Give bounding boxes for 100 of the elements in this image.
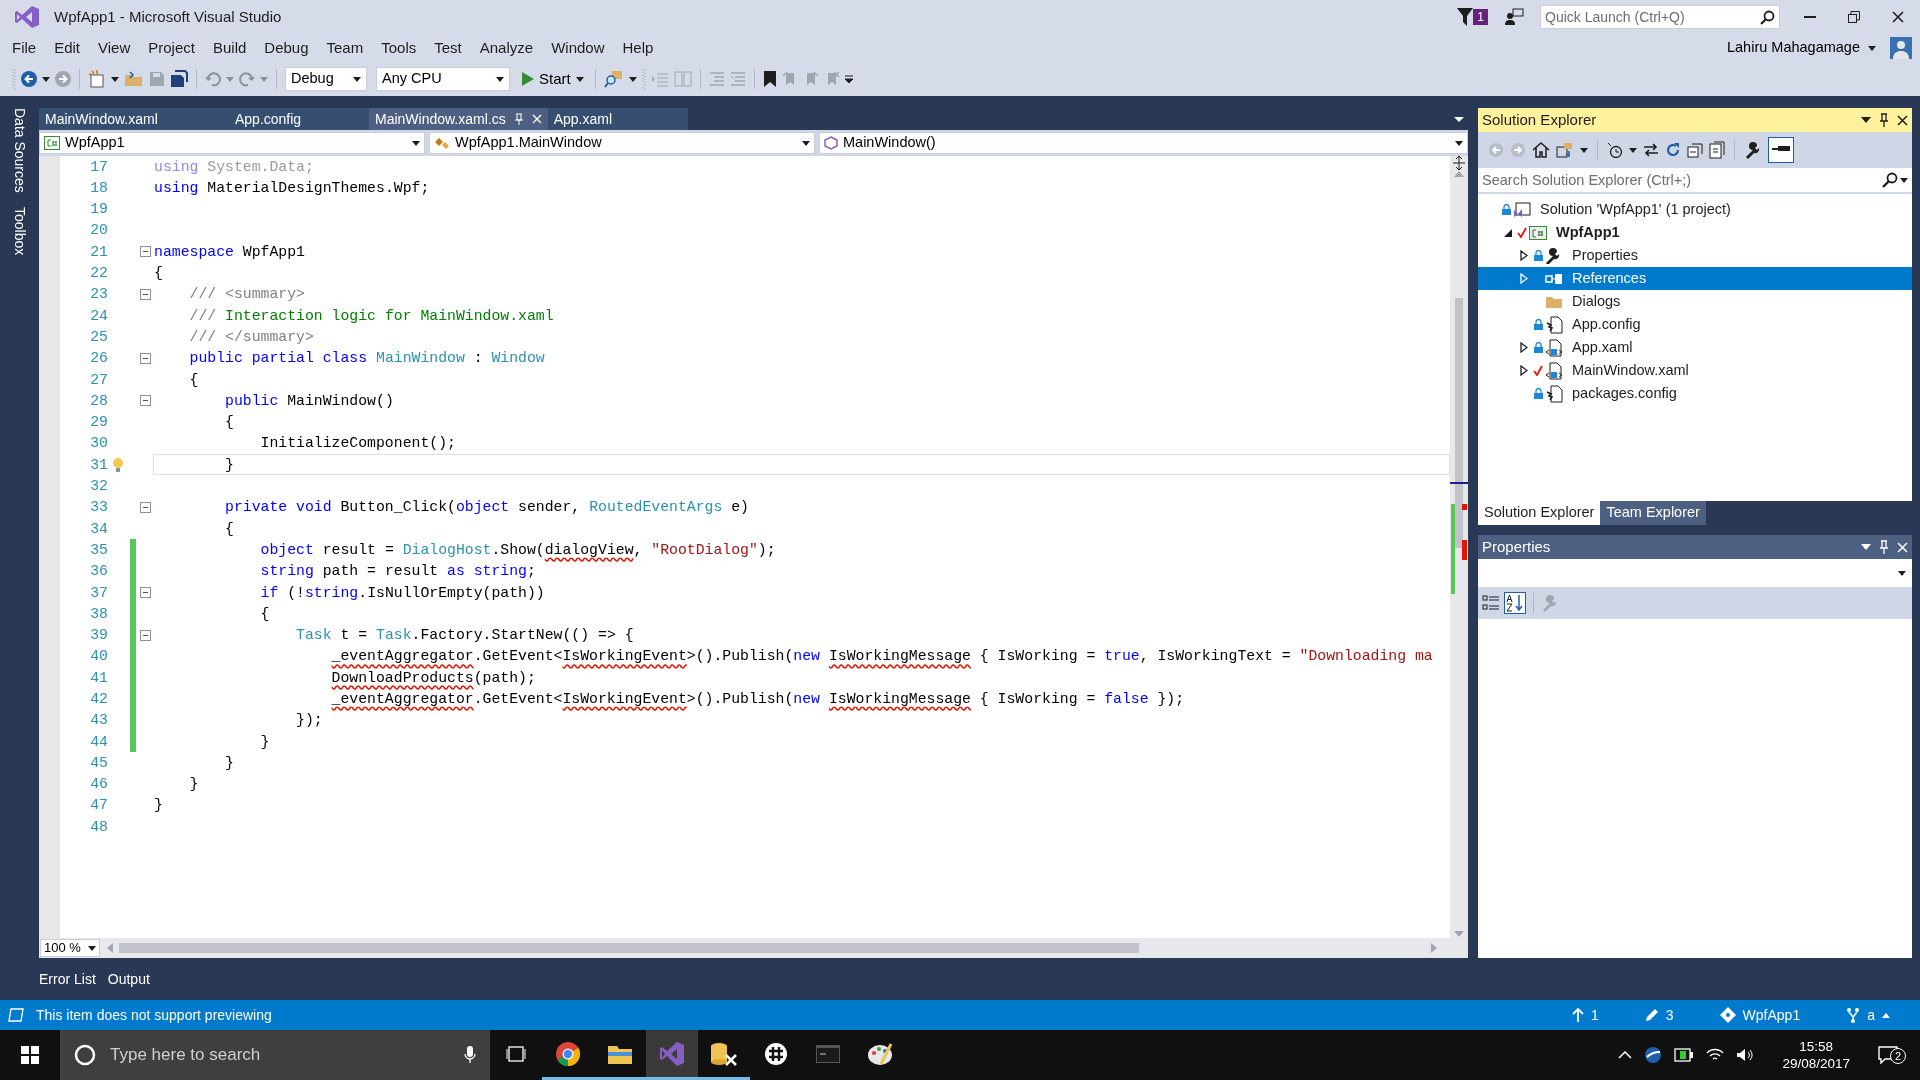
menu-item[interactable]: File (3, 34, 46, 62)
caret-icon[interactable] (496, 76, 504, 82)
panel-tab[interactable]: Solution Explorer (1478, 501, 1601, 525)
collapsed-arrow-icon[interactable] (1520, 342, 1528, 353)
menu-item[interactable]: Help (613, 34, 663, 62)
tree-item[interactable]: packages.config (1478, 382, 1912, 405)
caret-icon[interactable] (412, 140, 420, 146)
side-tab[interactable]: Toolbox (9, 206, 30, 256)
pin-icon[interactable] (1879, 113, 1889, 127)
caret-icon[interactable] (1580, 147, 1588, 153)
toolbar-options-icon[interactable] (844, 75, 853, 83)
caret-icon[interactable] (1455, 140, 1463, 146)
properties-wrench-icon[interactable] (1744, 141, 1762, 159)
dropdown-icon[interactable] (1861, 544, 1871, 550)
action-center-button[interactable]: 2 (1872, 1045, 1912, 1065)
preview-toggle-icon[interactable] (1768, 137, 1794, 163)
caret-icon[interactable] (353, 76, 361, 82)
horizontal-scroll-thumb[interactable] (119, 943, 1139, 953)
open-folder-icon[interactable] (124, 71, 144, 87)
caret-icon[interactable] (628, 76, 637, 82)
menu-item[interactable]: Analyze (470, 34, 543, 62)
vertical-scrollbar[interactable] (1450, 156, 1468, 938)
status-item[interactable]: WpfApp1 (1713, 1003, 1807, 1027)
collapse-toggle-icon[interactable] (140, 288, 151, 300)
navigation-dropdown[interactable]: WpfApp1.MainWindow (429, 132, 815, 154)
status-item[interactable]: 3 (1638, 1003, 1680, 1027)
expanded-arrow-icon[interactable] (1504, 228, 1512, 237)
dropdown-icon[interactable] (1861, 117, 1871, 123)
categorized-icon[interactable] (1482, 594, 1500, 612)
show-hidden-icons-icon[interactable] (1618, 1051, 1633, 1059)
find-in-files-icon[interactable] (603, 70, 624, 88)
navigation-dropdown[interactable]: WpfApp1 (39, 132, 425, 154)
caret-icon[interactable] (575, 76, 584, 82)
document-tab[interactable]: App.config (229, 108, 369, 130)
user-account-button[interactable]: Lahiru Mahagamage (1721, 36, 1882, 60)
menu-item[interactable]: Team (317, 34, 373, 62)
caret-icon[interactable] (1900, 177, 1908, 183)
status-item[interactable]: 1 (1566, 1003, 1605, 1027)
search-icon[interactable] (1882, 172, 1898, 188)
bluetooth-app-icon[interactable] (1644, 1046, 1663, 1064)
zoom-dropdown[interactable]: 100 % (40, 939, 100, 957)
caret-icon[interactable] (1629, 147, 1637, 153)
navigation-dropdown[interactable]: MainWindow() (819, 132, 1468, 154)
clock[interactable]: 15:58 29/08/2017 (1776, 1037, 1856, 1073)
collapse-toggle-icon[interactable] (140, 629, 151, 641)
home-icon[interactable] (1532, 142, 1550, 158)
collapsed-arrow-icon[interactable] (1520, 250, 1528, 261)
caret-icon[interactable] (111, 76, 119, 82)
split-view-icon[interactable] (1453, 156, 1465, 170)
menu-item[interactable]: Build (203, 34, 256, 62)
collapse-toggle-icon[interactable] (140, 246, 151, 258)
refresh-icon[interactable] (1665, 142, 1681, 158)
collapsed-arrow-icon[interactable] (1520, 365, 1528, 376)
collapse-toggle-icon[interactable] (140, 587, 151, 599)
tree-item[interactable]: References (1478, 267, 1912, 290)
panel-tab[interactable]: Error List (39, 968, 96, 990)
feedback-icon[interactable] (1504, 8, 1524, 26)
platform-dropdown[interactable]: Any CPU (376, 67, 510, 91)
tree-item[interactable]: Properties (1478, 244, 1912, 267)
scroll-thumb[interactable] (1455, 298, 1463, 548)
status-item[interactable]: a (1840, 1003, 1896, 1027)
configuration-dropdown[interactable]: Debug (285, 67, 367, 91)
start-button[interactable]: Start (519, 67, 587, 91)
quick-launch-field[interactable]: Quick Launch (Ctrl+Q) (1540, 5, 1780, 29)
menu-item[interactable]: View (89, 34, 140, 62)
wifi-icon[interactable] (1706, 1048, 1725, 1062)
bookmark-icon[interactable] (762, 70, 777, 88)
new-project-icon[interactable] (88, 70, 106, 88)
tree-item[interactable]: Solution 'WpfApp1' (1 project) (1478, 198, 1912, 221)
alphabetical-sort-icon[interactable] (1504, 592, 1526, 614)
side-tab[interactable]: Data Sources (9, 108, 30, 193)
close-icon[interactable] (1897, 114, 1908, 126)
collapse-toggle-icon[interactable] (140, 395, 151, 407)
collapse-toggle-icon[interactable] (140, 501, 151, 513)
sync-files-icon[interactable] (1556, 142, 1574, 158)
caret-icon[interactable] (1868, 45, 1876, 51)
panel-tab[interactable]: Output (107, 968, 150, 990)
object-dropdown-icon[interactable] (1898, 570, 1906, 576)
show-all-files-icon[interactable] (1709, 141, 1725, 159)
menu-item[interactable]: Debug (255, 34, 318, 62)
tree-item[interactable]: App.xaml (1478, 336, 1912, 359)
pending-changes-filter-icon[interactable] (1607, 142, 1623, 158)
document-tab[interactable]: MainWindow.xaml (39, 108, 229, 130)
speaker-icon[interactable] (1736, 1048, 1755, 1062)
menu-item[interactable]: Test (425, 34, 471, 62)
tree-item[interactable]: App.config (1478, 313, 1912, 336)
panel-tab[interactable]: Team Explorer (1600, 501, 1706, 525)
swap-arrows-icon[interactable] (1643, 142, 1659, 158)
document-tab[interactable]: App.xaml (547, 108, 688, 130)
caret-icon[interactable] (802, 140, 810, 146)
microphone-icon[interactable] (464, 1046, 476, 1064)
taskbar-search-field[interactable]: Type here to search (60, 1030, 490, 1080)
menu-item[interactable]: Tools (372, 34, 426, 62)
battery-icon[interactable] (1674, 1048, 1695, 1062)
menu-item[interactable]: Window (542, 34, 614, 62)
collapse-toggle-icon[interactable] (140, 352, 151, 364)
filter-flag-icon[interactable] (1457, 8, 1474, 26)
save-all-icon[interactable] (170, 70, 188, 88)
collapse-all-icon[interactable] (1687, 142, 1703, 158)
tree-item[interactable]: WpfApp1 (1478, 221, 1912, 244)
